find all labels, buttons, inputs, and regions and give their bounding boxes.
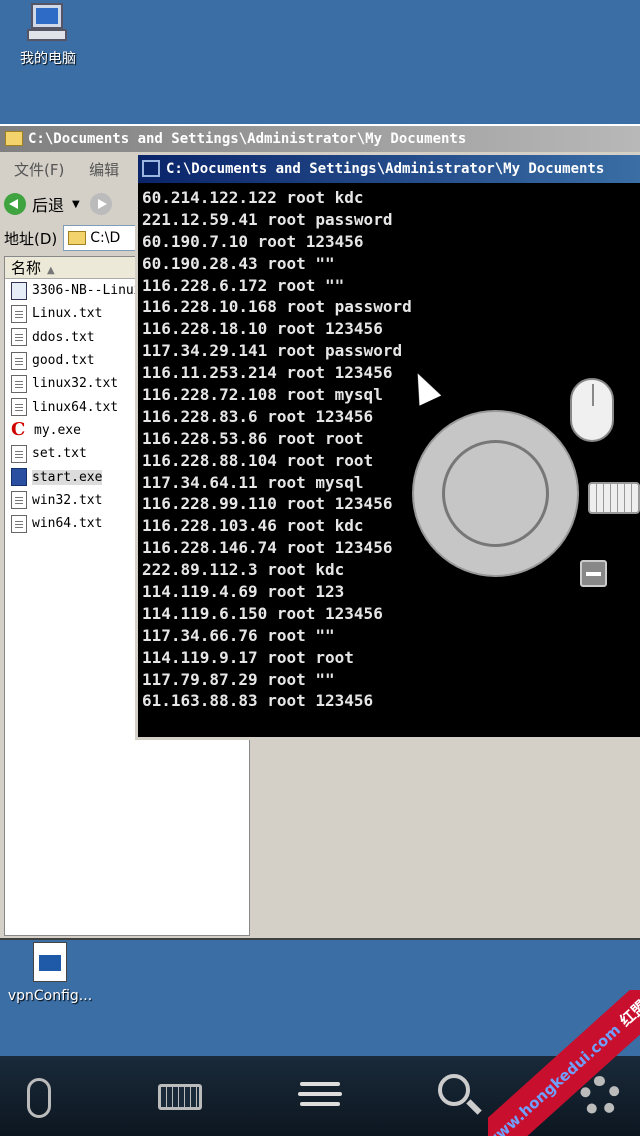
console-line: 116.11.253.214 root 123456	[142, 363, 393, 383]
folder-icon	[68, 231, 87, 245]
forward-arrow-icon[interactable]	[89, 193, 112, 215]
my-computer-label: 我的电脑	[20, 51, 76, 67]
sort-ascending-icon: ▲	[47, 265, 55, 276]
explorer-toolbar: 后退 ▼	[4, 188, 118, 220]
config-file-icon	[33, 942, 67, 982]
folder-icon	[5, 131, 23, 146]
file-name: set.txt	[32, 446, 87, 462]
joystick-knob[interactable]	[442, 440, 549, 547]
text-file-icon	[11, 491, 27, 510]
console-line: 116.228.18.10 root 123456	[142, 319, 383, 339]
virtual-joystick[interactable]	[412, 410, 579, 577]
console-app-icon	[142, 160, 160, 177]
back-dropdown-icon[interactable]: ▼	[72, 199, 80, 210]
file-name: good.txt	[32, 353, 95, 369]
explorer-title-bar[interactable]: C:\Documents and Settings\Administrator\…	[0, 126, 640, 152]
ms-doc-icon	[11, 281, 27, 300]
address-label: 地址(D)	[4, 229, 58, 248]
text-file-icon	[11, 398, 27, 417]
file-name: 3306-NB--Linux	[32, 283, 142, 299]
menu-icon[interactable]	[292, 1070, 348, 1122]
console-line: 116.228.53.86 root root	[142, 428, 364, 448]
console-line: 116.228.6.172 root ""	[142, 275, 345, 295]
console-title-bar[interactable]: C:\Documents and Settings\Administrator\…	[138, 155, 640, 183]
mouse-mode-icon[interactable]	[570, 378, 614, 442]
console-line: 114.119.6.150 root 123456	[142, 603, 383, 623]
console-line: 116.228.72.108 root mysql	[142, 385, 383, 405]
console-title: C:\Documents and Settings\Administrator\…	[166, 161, 605, 177]
watermark-url: www.hongkedui.com	[488, 1020, 625, 1136]
back-button-label[interactable]: 后退	[32, 192, 64, 216]
file-name: Linux.txt	[32, 306, 103, 322]
console-line: 117.34.29.141 root password	[142, 341, 403, 361]
console-line: 221.12.59.41 root password	[142, 209, 393, 229]
file-name: my.exe	[34, 422, 81, 438]
menu-edit[interactable]: 编辑	[79, 156, 129, 183]
red-c-exe-icon	[11, 421, 29, 440]
text-file-icon	[11, 351, 27, 370]
file-name: linux32.txt	[32, 376, 119, 392]
explorer-menubar: 文件(F) 编辑	[4, 156, 129, 184]
file-name: ddos.txt	[32, 329, 95, 345]
address-bar: 地址(D) C:\D	[4, 224, 144, 252]
console-line: 114.119.9.17 root root	[142, 647, 354, 667]
address-value: C:\D	[90, 230, 121, 246]
console-line: 116.228.146.74 root 123456	[142, 538, 393, 558]
text-file-icon	[11, 514, 27, 533]
console-line: 60.190.7.10 root 123456	[142, 231, 364, 251]
vpn-config-label: vpnConfig...	[7, 988, 93, 1004]
console-line: 60.214.122.122 root kdc	[142, 188, 364, 207]
text-file-icon	[11, 304, 27, 323]
my-computer-desktop-icon[interactable]: 我的电脑	[10, 2, 86, 68]
keyboard-icon[interactable]	[152, 1070, 208, 1122]
console-line: 61.163.88.83 root 123456	[142, 691, 374, 711]
watermark-text: 红盟安全网	[616, 990, 640, 1031]
console-line: 222.89.112.3 root kdc	[142, 560, 345, 580]
keyboard-overlay-icon[interactable]	[588, 482, 640, 514]
computer-icon	[26, 2, 70, 44]
back-arrow-icon[interactable]	[4, 193, 26, 215]
search-icon[interactable]	[432, 1070, 488, 1122]
file-name: win64.txt	[32, 516, 103, 532]
console-line: 114.119.4.69 root 123	[142, 582, 345, 602]
text-file-icon	[11, 328, 27, 347]
text-file-icon	[11, 444, 27, 463]
address-input[interactable]: C:\D	[63, 225, 144, 251]
watermark: www.hongkedui.com红盟安全网	[488, 990, 640, 1136]
console-line: 117.79.87.29 root ""	[142, 669, 335, 689]
console-line: 117.34.66.76 root ""	[142, 625, 335, 645]
file-name: win32.txt	[32, 492, 103, 508]
console-line: 116.228.10.168 root password	[142, 297, 412, 317]
blue-exe-icon	[11, 468, 27, 487]
column-header-label: 名称	[11, 259, 42, 277]
text-file-icon	[11, 374, 27, 393]
console-line: 60.190.28.43 root ""	[142, 253, 335, 273]
minimize-overlay-icon[interactable]	[580, 560, 607, 587]
explorer-title: C:\Documents and Settings\Administrator\…	[28, 131, 467, 147]
menu-file[interactable]: 文件(F)	[4, 156, 74, 183]
mouse-icon[interactable]	[12, 1070, 68, 1122]
console-line: 116.228.83.6 root 123456	[142, 406, 374, 426]
vpn-config-desktop-icon[interactable]: vpnConfig...	[0, 942, 100, 1004]
file-name: linux64.txt	[32, 399, 119, 415]
file-name: start.exe	[32, 469, 103, 485]
